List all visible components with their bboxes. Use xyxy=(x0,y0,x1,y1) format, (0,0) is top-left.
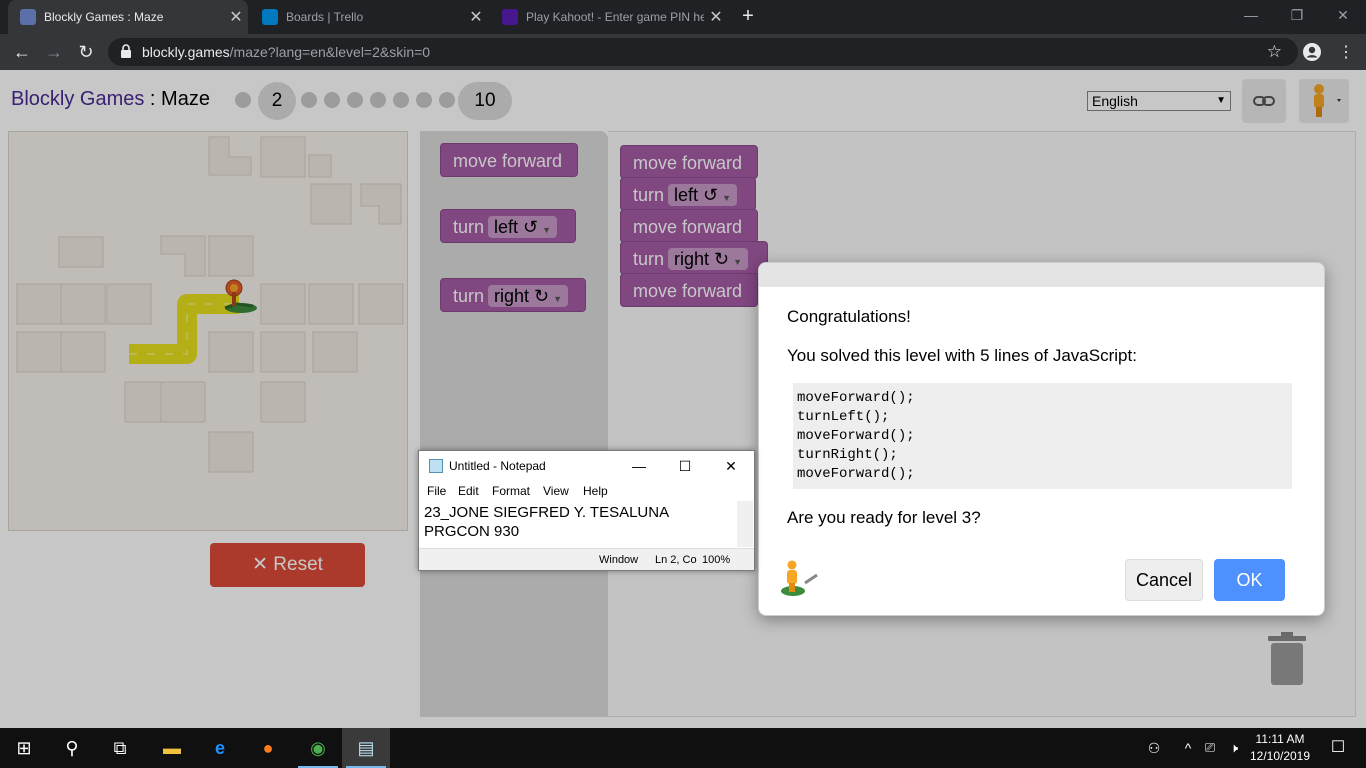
clock-date: 12/10/2019 xyxy=(1249,749,1311,763)
trello-favicon-icon xyxy=(262,9,278,25)
tab-blockly-maze[interactable]: Blockly Games : Maze ✕ xyxy=(8,0,248,34)
volume-muted-icon[interactable]: 🕨 xyxy=(1222,728,1246,768)
code-line: turnRight(); xyxy=(797,447,898,463)
minimize-window-icon[interactable]: — xyxy=(1228,0,1274,30)
reload-icon[interactable]: ↻ xyxy=(74,40,98,64)
url-path: /maze?lang=en&level=2&skin=0 xyxy=(229,44,431,60)
tab-trello[interactable]: Boards | Trello ✕ xyxy=(250,0,488,34)
new-tab-icon[interactable]: + xyxy=(736,4,760,28)
address-bar[interactable]: blockly.games/maze?lang=en&level=2&skin=… xyxy=(108,38,1298,66)
task-view-icon[interactable]: ⧉ xyxy=(96,728,144,768)
tab-kahoot[interactable]: Play Kahoot! - Enter game PIN he ✕ xyxy=(490,0,728,34)
windows-taskbar: ⊞ ⚲ ⧉ ▬ e ● ◉ ▤ ⚇ ^ ⎚ 🕨 11:11 AM 12/10/2… xyxy=(0,728,1366,768)
code-line: moveForward(); xyxy=(797,428,915,444)
dialog-heading: Congratulations! xyxy=(787,307,911,326)
cancel-button[interactable]: Cancel xyxy=(1125,559,1203,601)
close-window-icon[interactable]: ✕ xyxy=(1320,0,1366,30)
code-line: moveForward(); xyxy=(797,466,915,482)
status-zoom: 100% xyxy=(702,554,731,566)
action-center-icon[interactable]: ☐ xyxy=(1318,728,1358,768)
menu-format[interactable]: Format xyxy=(492,481,530,501)
start-windows-icon[interactable]: ⊞ xyxy=(0,728,48,768)
back-arrow-icon[interactable]: ← xyxy=(10,40,34,64)
taskbar-clock[interactable]: 11:11 AM 12/10/2019 xyxy=(1248,731,1312,765)
status-cursor-position: Ln 2, Co xyxy=(655,554,697,566)
dialog-message: You solved this level with 5 lines of Ja… xyxy=(787,346,1137,365)
notepad-app-icon xyxy=(429,459,443,473)
url-domain: blockly.games xyxy=(142,44,230,60)
browser-menu-icon[interactable]: ⋮ xyxy=(1338,42,1354,62)
kahoot-favicon-icon xyxy=(502,9,518,25)
notepad-menu-bar: File Edit Format View Help xyxy=(419,481,754,501)
file-explorer-icon[interactable]: ▬ xyxy=(148,728,196,768)
vertical-scrollbar[interactable] xyxy=(737,501,753,547)
restore-window-icon[interactable]: ❐ xyxy=(1274,0,1320,30)
notepad-title: Untitled - Notepad xyxy=(449,459,546,473)
notepad-title-bar[interactable]: Untitled - Notepad — ☐ ✕ xyxy=(419,451,754,481)
browser-toolbar: ← → ↻ blockly.games/maze?lang=en&level=2… xyxy=(0,34,1366,70)
minimize-icon[interactable]: — xyxy=(616,451,662,481)
blockly-favicon-icon xyxy=(20,9,36,25)
menu-edit[interactable]: Edit xyxy=(458,481,479,501)
tab-title: Play Kahoot! - Enter game PIN he xyxy=(526,10,704,24)
edge-browser-icon[interactable]: e xyxy=(196,728,244,768)
lock-icon xyxy=(121,44,131,58)
close-tab-icon[interactable]: ✕ xyxy=(224,7,248,27)
maximize-icon[interactable]: ☐ xyxy=(662,451,708,481)
chrome-icon[interactable]: ◉ xyxy=(294,728,342,768)
browser-tab-strip: Blockly Games : Maze ✕ Boards | Trello ✕… xyxy=(0,0,1366,34)
url-text: blockly.games/maze?lang=en&level=2&skin=… xyxy=(142,44,430,60)
close-tab-icon[interactable]: ✕ xyxy=(704,7,728,27)
people-icon[interactable]: ⚇ xyxy=(1140,728,1168,768)
network-icon[interactable]: ⎚ xyxy=(1198,728,1222,768)
menu-view[interactable]: View xyxy=(543,481,569,501)
profile-icon[interactable] xyxy=(1302,42,1322,62)
ok-button[interactable]: OK xyxy=(1214,559,1285,601)
clock-time: 11:11 AM xyxy=(1255,732,1305,746)
menu-file[interactable]: File xyxy=(427,481,446,501)
dialog-header-bar[interactable] xyxy=(759,263,1324,287)
javascript-code-block: moveForward(); turnLeft(); moveForward()… xyxy=(793,383,1292,489)
notepad-taskbar-icon[interactable]: ▤ xyxy=(342,728,390,768)
firefox-icon[interactable]: ● xyxy=(244,728,292,768)
pegman-icon xyxy=(781,560,818,596)
search-icon[interactable]: ⚲ xyxy=(48,728,96,768)
status-line-ending: Window xyxy=(599,554,639,566)
congratulations-dialog: Congratulations! You solved this level w… xyxy=(758,262,1325,616)
notepad-status-bar: Window Ln 2, Co 100% xyxy=(419,548,754,570)
tab-title: Boards | Trello xyxy=(286,10,364,24)
code-line: turnLeft(); xyxy=(797,409,890,425)
tab-title: Blockly Games : Maze xyxy=(44,10,164,24)
forward-arrow-icon[interactable]: → xyxy=(42,40,66,64)
close-tab-icon[interactable]: ✕ xyxy=(464,7,488,27)
close-icon[interactable]: ✕ xyxy=(708,451,754,481)
menu-help[interactable]: Help xyxy=(583,481,608,501)
notepad-text-area[interactable]: 23_JONE SIEGFRED Y. TESALUNA PRGCON 930 xyxy=(420,501,738,545)
dialog-question: Are you ready for level 3? xyxy=(787,508,981,527)
notepad-window: Untitled - Notepad — ☐ ✕ File Edit Forma… xyxy=(418,450,755,571)
code-line: moveForward(); xyxy=(797,390,915,406)
bookmark-star-icon[interactable]: ☆ xyxy=(1267,42,1282,62)
